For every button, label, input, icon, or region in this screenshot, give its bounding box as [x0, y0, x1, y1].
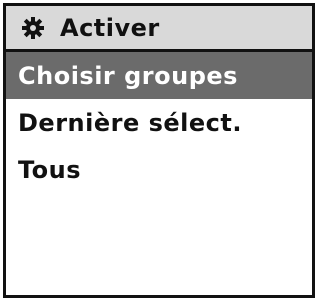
- menu-item-tous[interactable]: Tous: [6, 146, 312, 193]
- menu-item-label: Dernière sélect.: [18, 108, 242, 137]
- menu-item-derniere-selection[interactable]: Dernière sélect.: [6, 99, 312, 146]
- gear-icon: [20, 15, 46, 41]
- menu-item-label: Choisir groupes: [18, 61, 238, 90]
- menu-title: Activer: [60, 13, 160, 42]
- menu-item-label: Tous: [18, 155, 82, 184]
- menu-item-choisir-groupes[interactable]: Choisir groupes: [6, 52, 312, 99]
- device-screen: Activer Choisir groupes Dernière sélect.…: [3, 3, 315, 298]
- menu-list: Choisir groupes Dernière sélect. Tous: [6, 52, 312, 193]
- title-bar: Activer: [6, 6, 312, 52]
